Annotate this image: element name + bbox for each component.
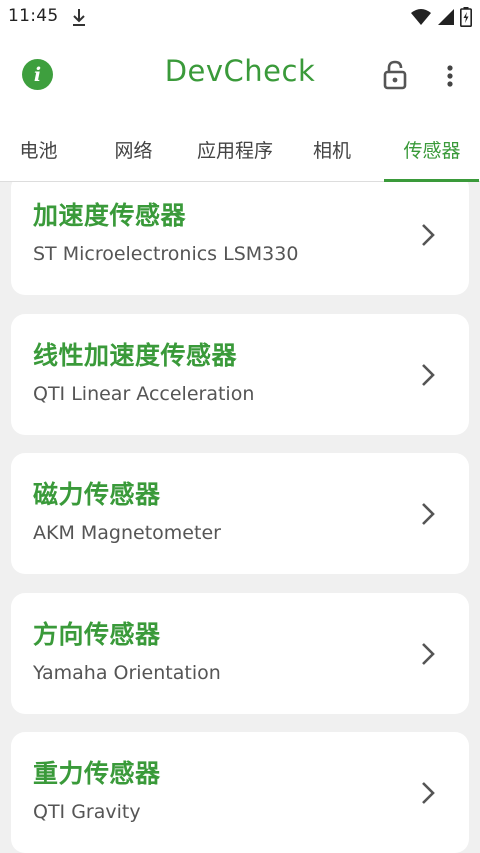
status-bar: 11:45	[0, 0, 480, 34]
sensor-detail: Yamaha Orientation	[33, 662, 221, 684]
sensor-card-magnetometer[interactable]: 磁力传感器 AKM Magnetometer	[11, 453, 469, 574]
wifi-icon	[411, 9, 431, 25]
sensor-detail: QTI Linear Acceleration	[33, 383, 255, 405]
tab-bar: 电池 网络 应用程序 相机 传感器	[0, 118, 480, 182]
tab-apps[interactable]: 应用程序	[190, 118, 280, 181]
status-icons	[410, 7, 472, 27]
status-time: 11:45	[8, 6, 59, 26]
sensor-name: 方向传感器	[33, 620, 161, 649]
lock-open-icon[interactable]	[381, 59, 409, 91]
tab-battery[interactable]: 电池	[0, 118, 77, 181]
tab-network[interactable]: 网络	[77, 118, 190, 181]
sensor-detail: AKM Magnetometer	[33, 522, 221, 544]
sensor-list[interactable]: 加速度传感器 ST Microelectronics LSM330 线性加速度传…	[0, 182, 480, 853]
chevron-right-icon	[422, 364, 435, 386]
sensor-name: 线性加速度传感器	[33, 341, 238, 370]
download-icon	[73, 9, 85, 26]
chevron-right-icon	[422, 643, 435, 665]
sensor-name: 磁力传感器	[33, 480, 161, 509]
app-bar: i DevCheck	[0, 34, 480, 118]
sensor-card-gravity[interactable]: 重力传感器 QTI Gravity	[11, 732, 469, 853]
sensor-detail: QTI Gravity	[33, 801, 141, 823]
sensor-detail: ST Microelectronics LSM330	[33, 243, 299, 265]
sensor-name: 重力传感器	[33, 759, 161, 788]
signal-icon	[438, 9, 454, 25]
chevron-right-icon	[422, 224, 435, 246]
tab-camera[interactable]: 相机	[280, 118, 384, 181]
chevron-right-icon	[422, 503, 435, 525]
tab-sensors[interactable]: 传感器	[384, 118, 480, 181]
sensor-card-orientation[interactable]: 方向传感器 Yamaha Orientation	[11, 593, 469, 714]
sensor-name: 加速度传感器	[33, 201, 187, 230]
sensor-card-linear-acceleration[interactable]: 线性加速度传感器 QTI Linear Acceleration	[11, 314, 469, 435]
chevron-right-icon	[422, 782, 435, 804]
more-vert-icon[interactable]	[440, 61, 460, 91]
sensor-card-accelerometer[interactable]: 加速度传感器 ST Microelectronics LSM330	[11, 182, 469, 295]
battery-charging-icon	[460, 7, 472, 27]
top-area: 11:45 i DevCheck 电池 网络 应用程序 相机 传感器	[0, 0, 480, 182]
